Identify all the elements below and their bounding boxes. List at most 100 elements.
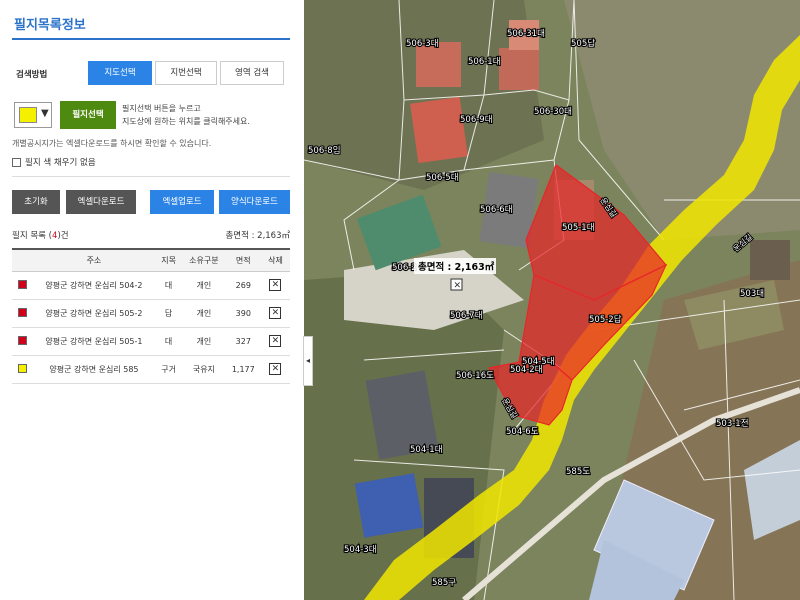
row-owner: 개인 [182, 327, 226, 356]
row-delete[interactable]: ✕ [260, 271, 290, 300]
excel-upload-button[interactable]: 엑셀업로드 [150, 190, 214, 214]
tab-lot-select[interactable]: 지번선택 [155, 61, 217, 85]
parcel-label: 504-3대 [344, 545, 377, 555]
parcel-color-swatch [17, 363, 27, 373]
row-address: 양평군 강하면 운심리 505-1 [32, 327, 156, 356]
row-category: 대 [155, 327, 183, 356]
table-row[interactable]: 양평군 강하면 운심리 585 구거 국유지 1,177 ✕ [12, 355, 290, 384]
parcel-label: 585구 [432, 578, 456, 588]
no-fill-label: 필지 색 채우기 없음 [25, 158, 96, 168]
col-address: 주소 [32, 248, 156, 272]
color-picker[interactable]: ▼ [14, 102, 52, 128]
parcel-label: 506-5대 [426, 173, 459, 183]
close-icon[interactable]: ✕ [454, 281, 462, 291]
row-delete[interactable]: ✕ [260, 355, 290, 384]
parcel-label: 506-9대 [460, 115, 493, 125]
parcel-label: 504-6도 [506, 427, 539, 437]
parcel-label: 505-1대 [562, 223, 595, 233]
row-color-cell [12, 299, 33, 328]
col-color [12, 248, 33, 272]
reset-button[interactable]: 초기화 [12, 190, 60, 214]
delete-icon[interactable]: ✕ [269, 363, 282, 375]
col-delete: 삭제 [260, 248, 290, 272]
parcel-label: 506-2 [392, 263, 417, 273]
row-owner: 개인 [182, 271, 226, 300]
price-note: 개별공시지가는 엑셀다운로드를 하시면 확인할 수 있습니다. [12, 139, 212, 148]
help-line-1: 필지선택 버튼을 누르고 [122, 104, 201, 113]
table-row[interactable]: 양평군 강하면 운심리 505-2 답 개인 390 ✕ [12, 299, 290, 328]
tab-map-select[interactable]: 지도선택 [88, 61, 152, 85]
parcel-color-swatch [17, 335, 27, 345]
parcel-label: 506-31대 [507, 29, 545, 39]
parcel-label: 506-16도 [456, 371, 494, 381]
parcel-label: 503-1전 [716, 418, 749, 429]
satellite-map[interactable]: 506-3대 506-31대 506-1대 505답 506-30대 506-9대 506-… [304, 0, 800, 600]
parcel-count: 필지 목록 (4)건 [12, 229, 69, 241]
table-row[interactable]: 양평군 강하면 운심리 504-2 대 개인 269 ✕ [12, 271, 290, 300]
row-area: 390 [225, 299, 261, 328]
col-area: 면적 [225, 248, 261, 272]
delete-icon[interactable]: ✕ [269, 307, 282, 319]
row-color-cell [12, 355, 33, 384]
parcel-label: 506-8임 [308, 145, 341, 156]
row-area: 269 [225, 271, 261, 300]
search-method-label: 검색방법 [16, 70, 48, 80]
panel-collapse-handle[interactable]: ◂ [303, 336, 313, 386]
col-owner: 소유구분 [182, 248, 226, 272]
parcel-color-swatch [17, 279, 27, 289]
table-row[interactable]: 양평군 강하면 운심리 505-1 대 개인 327 ✕ [12, 327, 290, 356]
select-help-text: 필지선택 버튼을 누르고 지도상에 원하는 위치를 클릭해주세요. [122, 102, 250, 128]
tab-area-search[interactable]: 영역 검색 [220, 61, 284, 85]
row-owner: 국유지 [182, 355, 226, 384]
delete-icon[interactable]: ✕ [269, 335, 282, 347]
parcel-label: 506-6대 [480, 205, 513, 215]
table-body: 양평군 강하면 운심리 504-2 대 개인 269 ✕ 양평군 강하면 운심리 505-… [12, 271, 290, 384]
parcel-select-button[interactable]: 필지선택 [60, 101, 116, 129]
parcel-list-panel: 필지목록정보 검색방법 지도선택 지번선택 영역 검색 ▼ 필지선택 필지선택 … [0, 0, 304, 600]
row-category: 대 [155, 271, 183, 300]
parcel-label: 505답 [571, 38, 595, 49]
parcel-label: 504-1대 [410, 445, 443, 455]
row-category: 구거 [155, 355, 183, 384]
row-address: 양평군 강하면 운심리 504-2 [32, 271, 156, 300]
parcel-label: 585도 [566, 467, 590, 477]
title-divider [12, 38, 290, 40]
parcel-label: 506-1대 [468, 57, 501, 67]
checkbox-box[interactable] [12, 157, 21, 167]
help-line-2: 지도상에 원하는 위치를 클릭해주세요. [122, 117, 250, 126]
app: 필지목록정보 검색방법 지도선택 지번선택 영역 검색 ▼ 필지선택 필지선택 … [0, 0, 800, 600]
parcel-label: 506-7대 [450, 311, 483, 321]
parcel-label: 505-2답 [589, 314, 622, 325]
parcel-label: 504-2대 [510, 365, 543, 375]
row-owner: 개인 [182, 299, 226, 328]
col-category: 지목 [155, 248, 183, 272]
parcel-label: 506-3대 [406, 39, 439, 49]
row-address: 양평군 강하면 운심리 585 [32, 355, 156, 384]
row-color-cell [12, 327, 33, 356]
count-prefix: 필지 목록 ( [12, 231, 53, 241]
row-area: 1,177 [225, 355, 261, 384]
row-color-cell [12, 271, 33, 300]
row-category: 답 [155, 299, 183, 328]
map-total-area: 총면적 : 2,163㎡ [418, 261, 495, 273]
parcel-table: 주소 지목 소유구분 면적 삭제 양평군 강하면 운심리 504-2 대 개인 269… [12, 248, 290, 384]
parcel-label: 506-30대 [534, 107, 572, 117]
form-download-button[interactable]: 양식다운로드 [219, 190, 290, 214]
excel-download-button[interactable]: 엑셀다운로드 [66, 190, 136, 214]
no-fill-checkbox[interactable]: 필지 색 채우기 없음 [12, 156, 96, 168]
row-address: 양평군 강하면 운심리 505-2 [32, 299, 156, 328]
divider [12, 176, 290, 177]
parcel-label: 503대 [740, 289, 764, 299]
dropdown-arrow-icon: ▼ [41, 108, 49, 119]
table-header-row: 주소 지목 소유구분 면적 삭제 [12, 248, 290, 272]
row-delete[interactable]: ✕ [260, 327, 290, 356]
map-canvas[interactable]: 506-3대 506-31대 506-1대 505답 506-30대 506-9대 506-… [304, 0, 800, 600]
panel-title: 필지목록정보 [14, 18, 86, 33]
total-area: 총면적 : 2,163㎡ [225, 231, 290, 241]
parcel-color-swatch [17, 307, 27, 317]
row-delete[interactable]: ✕ [260, 299, 290, 328]
delete-icon[interactable]: ✕ [269, 279, 282, 291]
row-area: 327 [225, 327, 261, 356]
color-swatch [19, 107, 37, 123]
count-suffix: )건 [57, 231, 69, 241]
